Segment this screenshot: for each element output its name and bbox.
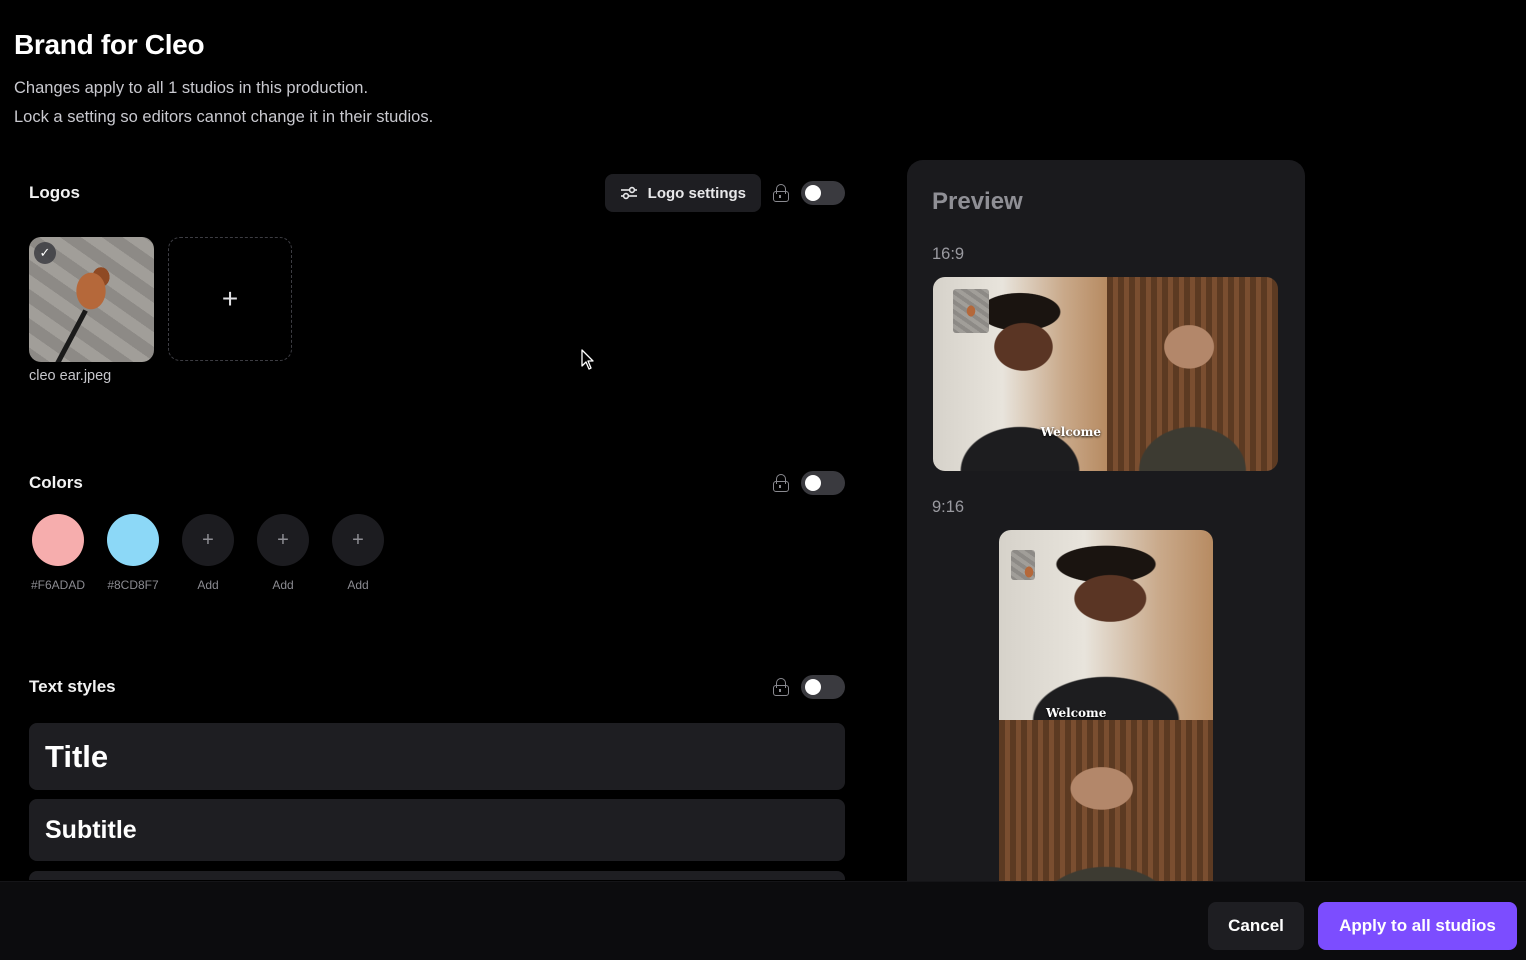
toggle-knob — [805, 679, 821, 695]
plus-icon: + — [221, 283, 239, 314]
footer-bar: Cancel Apply to all studios — [0, 881, 1526, 960]
logo-settings-label: Logo settings — [647, 184, 746, 202]
ratio-label-9-16: 9:16 — [932, 498, 965, 516]
overlay-logo — [953, 289, 989, 333]
cancel-button[interactable]: Cancel — [1208, 902, 1304, 950]
preview-title: Preview — [932, 188, 1023, 215]
overlay-logo — [1011, 550, 1035, 580]
colors-lock-icon — [773, 474, 789, 492]
colors-section-tools — [773, 471, 845, 495]
logo-list: ✓ cleo ear.jpeg + — [29, 237, 292, 384]
add-color-button[interactable]: + — [332, 514, 384, 566]
preview-panel: Preview 16:9 Welcome 9:16 Welcome — [907, 160, 1305, 900]
toggle-knob — [805, 185, 821, 201]
color-swatch-label: #8CD8F7 — [107, 578, 159, 592]
colors-lock-toggle[interactable] — [801, 471, 845, 495]
text-styles-lock-toggle[interactable] — [801, 675, 845, 699]
preview-frame-16-9: Welcome — [933, 277, 1278, 471]
toggle-knob — [805, 475, 821, 491]
caption-overlay: Welcome — [1046, 706, 1107, 720]
logos-lock-toggle[interactable] — [801, 181, 845, 205]
add-color-label: Add — [197, 578, 219, 592]
add-color-button[interactable]: + — [257, 514, 309, 566]
add-color-item: + Add — [182, 514, 234, 592]
plus-icon: + — [202, 529, 214, 551]
header: Brand for Cleo Changes apply to all 1 st… — [14, 28, 433, 132]
participant-video-woman: Welcome — [999, 530, 1213, 720]
brand-settings-page: Brand for Cleo Changes apply to all 1 st… — [0, 0, 1526, 960]
logo-item[interactable]: ✓ cleo ear.jpeg — [29, 237, 154, 384]
text-style-subtitle-card[interactable]: Subtitle — [29, 799, 845, 861]
add-color-label: Add — [347, 578, 369, 592]
color-swatch-item: #8CD8F7 — [107, 514, 159, 592]
text-style-title-card[interactable]: Title — [29, 723, 845, 790]
logo-settings-button[interactable]: Logo settings — [604, 174, 761, 212]
logos-section-title: Logos — [29, 183, 80, 202]
mouse-cursor-icon — [581, 349, 594, 370]
add-color-button[interactable]: + — [182, 514, 234, 566]
colors-section-header: Colors — [29, 463, 845, 503]
ratio-label-16-9: 16:9 — [932, 245, 965, 263]
color-swatch-pink[interactable] — [32, 514, 84, 566]
plus-icon: + — [277, 529, 289, 551]
participant-video-man — [999, 720, 1213, 900]
page-description-line-2: Lock a setting so editors cannot change … — [14, 108, 434, 126]
participant-video-man — [1107, 277, 1278, 471]
check-icon: ✓ — [34, 242, 56, 264]
logo-filename: cleo ear.jpeg — [29, 368, 112, 384]
text-style-card[interactable] — [29, 871, 845, 880]
sliders-icon — [620, 186, 637, 200]
add-color-item: + Add — [332, 514, 384, 592]
preview-frame-9-16: Welcome — [999, 530, 1213, 900]
color-swatch-list: #F6ADAD #8CD8F7 + Add + Add + Add — [30, 514, 384, 592]
participant-video-woman: Welcome — [933, 277, 1107, 471]
logos-section-tools: Logo settings — [604, 174, 845, 212]
color-swatch-blue[interactable] — [107, 514, 159, 566]
color-swatch-label: #F6ADAD — [30, 578, 86, 592]
logo-thumbnail[interactable]: ✓ — [29, 237, 154, 362]
text-styles-section-tools — [773, 675, 845, 699]
colors-section-title: Colors — [29, 473, 83, 492]
caption-overlay: Welcome — [1040, 425, 1101, 439]
add-color-label: Add — [272, 578, 294, 592]
text-styles-section-header: Text styles — [29, 667, 845, 707]
add-logo-button[interactable]: + — [168, 237, 292, 361]
text-styles-lock-icon — [773, 678, 789, 696]
apply-to-all-studios-button[interactable]: Apply to all studios — [1318, 902, 1517, 950]
plus-icon: + — [352, 529, 364, 551]
page-title: Brand for Cleo — [14, 29, 205, 60]
logos-section-header: Logos Logo settings — [29, 173, 845, 213]
settings-column: Logos Logo settings ✓ cleo ear.jpeg + Co… — [29, 160, 845, 880]
text-styles-section-title: Text styles — [29, 677, 116, 696]
add-color-item: + Add — [257, 514, 309, 592]
color-swatch-item: #F6ADAD — [30, 514, 86, 592]
logos-lock-icon — [773, 184, 789, 202]
page-description-line-1: Changes apply to all 1 studios in this p… — [14, 79, 369, 97]
